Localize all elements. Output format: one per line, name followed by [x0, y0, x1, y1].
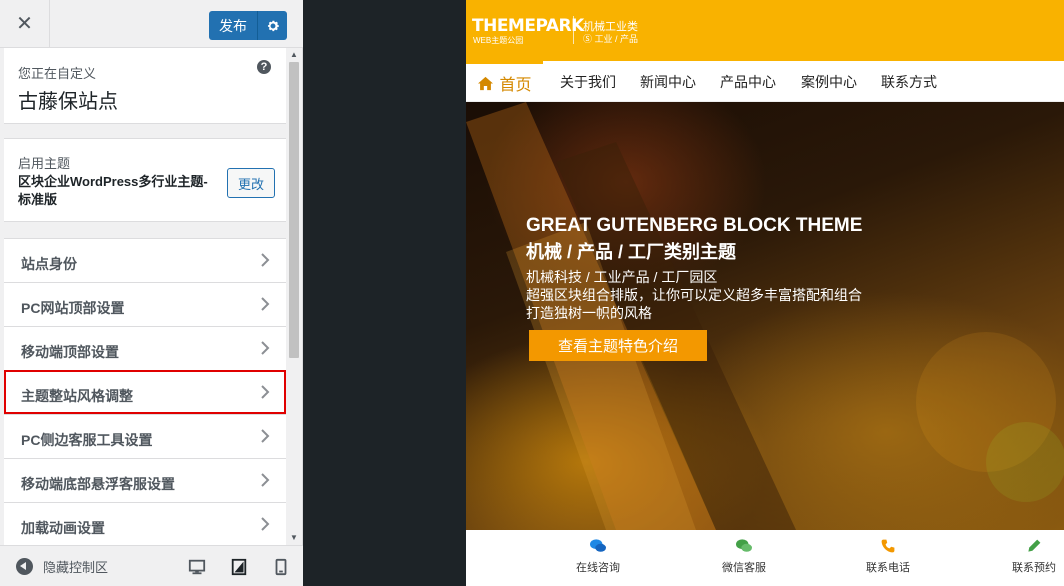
nav-home[interactable]: 首页 — [466, 61, 543, 102]
hero-cta-button[interactable]: 查看主题特色介绍 — [529, 330, 707, 361]
site-title: 古藤保站点 — [18, 91, 118, 113]
logo-divider — [573, 16, 574, 44]
hero-banner: GREAT GUTENBERG BLOCK THEME 机械 / 产品 / 工厂… — [466, 102, 1064, 530]
chevron-right-icon — [261, 473, 270, 487]
logo-subtitle: WEB主题公园 — [473, 36, 524, 45]
phone-contact-button[interactable]: 联系电话 — [838, 538, 938, 576]
active-theme-name: 区块企业WordPress多行业主题-标准版 — [18, 174, 208, 207]
tablet-preview-icon[interactable] — [230, 558, 248, 576]
site-category-tags: Ⓢ 工业 / 产品 — [583, 34, 639, 44]
pencil-icon — [1028, 539, 1041, 552]
change-theme-button[interactable]: 更改 — [227, 168, 275, 198]
chevron-right-icon — [261, 297, 270, 311]
customizer-section-item[interactable]: PC网站顶部设置 — [4, 282, 286, 326]
desktop-preview-icon[interactable] — [188, 558, 206, 576]
customizer-header: ✕ 发布 — [0, 0, 303, 48]
wechat-service-label: 微信客服 — [722, 562, 766, 574]
nav-link[interactable]: 案例中心 — [801, 72, 857, 92]
phone-icon — [881, 539, 895, 553]
chevron-right-icon — [261, 341, 270, 355]
nav-link[interactable]: 联系方式 — [881, 72, 937, 92]
customizer-section-item[interactable]: 站点身份 — [4, 238, 286, 282]
collapse-label: 隐藏控制区 — [43, 560, 109, 575]
customize-info: 您正在自定义 古藤保站点 ? — [4, 48, 286, 124]
hero-text-1: 机械科技 / 工业产品 / 工厂园区 — [526, 269, 718, 285]
chat-bubble-icon — [590, 539, 606, 552]
wechat-icon — [736, 539, 752, 552]
nav-link[interactable]: 关于我们 — [560, 72, 616, 92]
nav-link[interactable]: 新闻中心 — [640, 72, 696, 92]
customizing-label: 您正在自定义 — [18, 66, 97, 81]
chevron-right-icon — [261, 429, 270, 443]
wechat-service-button[interactable]: 微信客服 — [694, 538, 794, 576]
section-label: PC侧边客服工具设置 — [21, 432, 153, 448]
hero-heading-cn: 机械 / 产品 / 工厂类别主题 — [526, 242, 737, 262]
scrollbar-thumb[interactable] — [289, 62, 299, 358]
hero-text-3: 打造独树一帜的风格 — [526, 305, 652, 321]
chevron-right-icon — [261, 517, 270, 531]
customizer-panel-list[interactable]: 您正在自定义 古藤保站点 ? 启用主题 区块企业WordPress多行业主题-标… — [4, 48, 286, 545]
publish-group: 发布 — [209, 11, 287, 40]
online-consult-button[interactable]: 在线咨询 — [548, 538, 648, 576]
nav-home-label: 首页 — [499, 77, 532, 94]
sidebar-scrollbar[interactable]: ▲ ▼ — [286, 48, 302, 545]
active-theme-label: 启用主题 — [18, 156, 71, 171]
section-label: 移动端底部悬浮客服设置 — [21, 476, 175, 492]
hero-heading-en: GREAT GUTENBERG BLOCK THEME — [526, 215, 863, 236]
site-preview[interactable]: THEMEPARK WEB主题公园 机械工业类 Ⓢ 工业 / 产品 首页 关于我… — [466, 0, 1064, 586]
section-label: 站点身份 — [21, 256, 77, 272]
hero-text-2: 超强区块组合排版，让你可以定义超多丰富搭配和组合 — [526, 287, 862, 303]
collapse-arrow-icon — [16, 558, 33, 575]
customizer-sidebar: ✕ 发布 您正在自定义 古藤保站点 ? 启用主题 区块企业WordPress多行… — [0, 0, 303, 586]
collapse-sidebar-button[interactable]: 隐藏控制区 — [16, 546, 108, 586]
customizer-section-item[interactable]: PC侧边客服工具设置 — [4, 414, 286, 458]
customizer-section-item[interactable]: 加载动画设置 — [4, 502, 286, 545]
mobile-preview-icon[interactable] — [272, 558, 290, 576]
site-navigation: 首页 关于我们 新闻中心 产品中心 案例中心 联系方式 — [466, 61, 1064, 102]
customizer-section-item[interactable]: 主题整站风格调整 — [4, 370, 286, 414]
section-label: 移动端顶部设置 — [21, 344, 119, 360]
appointment-label: 联系预约 — [1012, 562, 1056, 574]
phone-contact-label: 联系电话 — [866, 562, 910, 574]
scroll-down-arrow[interactable]: ▼ — [290, 533, 298, 542]
bottom-contact-bar: 在线咨询 微信客服 联系电话 联系预约 — [466, 530, 1064, 586]
close-customizer-button[interactable]: ✕ — [0, 0, 50, 47]
gear-icon — [267, 20, 279, 31]
online-consult-label: 在线咨询 — [576, 562, 620, 574]
customizer-footer: 隐藏控制区 — [0, 545, 303, 586]
customizer-sections: 站点身份 PC网站顶部设置 移动端顶部设置 主题整站风格调整 PC侧边客服工具设置移动端… — [4, 238, 286, 545]
help-icon[interactable]: ? — [257, 60, 271, 74]
publish-button[interactable]: 发布 — [209, 11, 257, 40]
customizer-section-item[interactable]: 移动端底部悬浮客服设置 — [4, 458, 286, 502]
section-label: 主题整站风格调整 — [21, 388, 133, 404]
nav-link[interactable]: 产品中心 — [720, 72, 776, 92]
site-header: THEMEPARK WEB主题公园 机械工业类 Ⓢ 工业 / 产品 — [466, 0, 1064, 61]
site-logo[interactable]: THEMEPARK — [472, 16, 584, 36]
appointment-button[interactable]: 联系预约 — [984, 538, 1064, 576]
publish-settings-button[interactable] — [257, 11, 287, 40]
section-label: 加载动画设置 — [21, 520, 105, 536]
chevron-right-icon — [261, 385, 270, 399]
chevron-right-icon — [261, 253, 270, 267]
home-icon — [478, 76, 494, 90]
customizer-section-item[interactable]: 移动端顶部设置 — [4, 326, 286, 370]
section-label: PC网站顶部设置 — [21, 300, 125, 316]
active-theme-panel: 启用主题 区块企业WordPress多行业主题-标准版 更改 — [4, 138, 286, 222]
scroll-up-arrow[interactable]: ▲ — [290, 50, 298, 59]
